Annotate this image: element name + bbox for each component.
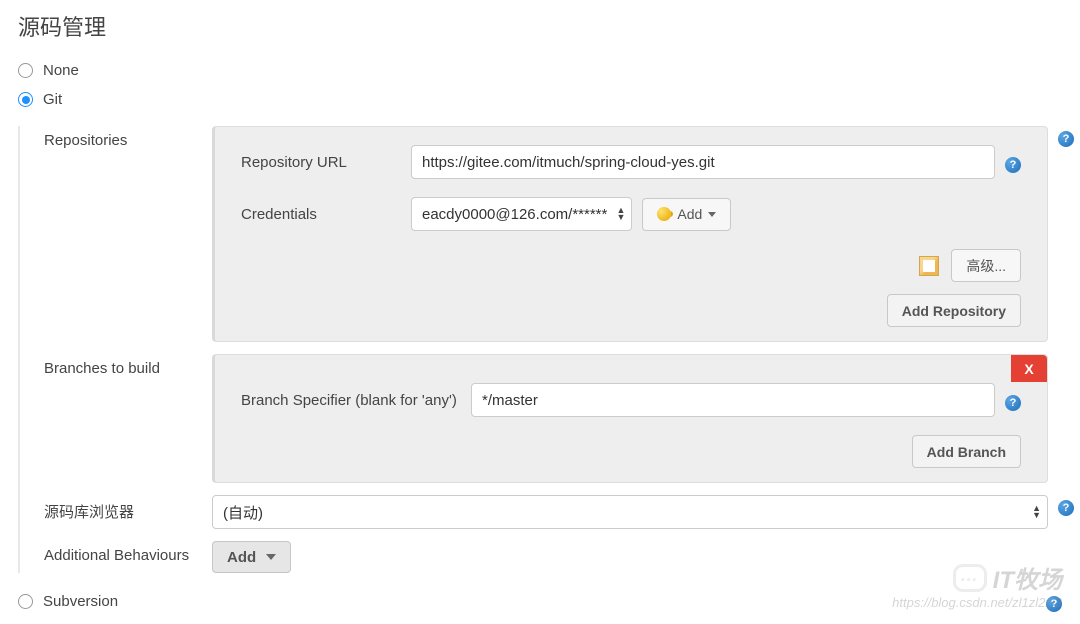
repo-browser-select[interactable]: (自动) ▲▼ [212, 495, 1048, 529]
repo-url-input[interactable] [411, 145, 995, 179]
repo-browser-row: 源码库浏览器 (自动) ▲▼ ? [44, 495, 1074, 529]
repositories-label: Repositories [44, 126, 202, 149]
add-credentials-button[interactable]: Add [642, 198, 731, 231]
scm-option-git[interactable]: Git [0, 85, 1080, 114]
branch-panel: X Branch Specifier (blank for 'any') ? A… [212, 354, 1048, 483]
radio-label-git: Git [43, 91, 62, 108]
edit-icon[interactable] [919, 256, 939, 276]
branches-row: Branches to build X Branch Specifier (bl… [44, 354, 1074, 483]
additional-behaviours-row: Additional Behaviours Add [44, 541, 1074, 573]
radio-icon [18, 594, 33, 609]
remove-branch-button[interactable]: X [1011, 355, 1047, 382]
select-arrows-icon: ▲▼ [1032, 505, 1041, 519]
repository-panel: Repository URL ? Credentials eacdy0000@1… [212, 126, 1048, 342]
select-arrows-icon: ▲▼ [616, 207, 625, 221]
branch-specifier-input[interactable] [471, 383, 995, 417]
repo-browser-label: 源码库浏览器 [44, 495, 202, 522]
section-title: 源码管理 [0, 0, 1080, 56]
additional-behaviours-label: Additional Behaviours [44, 541, 202, 564]
credentials-select[interactable]: eacdy0000@126.com/****** ▲▼ [411, 197, 632, 231]
branches-label: Branches to build [44, 354, 202, 377]
add-branch-button[interactable]: Add Branch [912, 435, 1021, 468]
add-behaviour-button[interactable]: Add [212, 541, 291, 573]
repo-browser-value: (自动) [223, 502, 263, 523]
radio-label-none: None [43, 62, 79, 79]
add-repository-button[interactable]: Add Repository [887, 294, 1021, 327]
advanced-button[interactable]: 高级... [951, 249, 1021, 282]
key-icon [657, 207, 671, 221]
help-icon[interactable]: ? [1005, 395, 1021, 411]
scm-option-subversion[interactable]: Subversion ? [0, 585, 1080, 618]
repositories-row: Repositories Repository URL ? Credential… [44, 126, 1074, 342]
help-icon[interactable]: ? [1046, 596, 1062, 612]
add-behaviour-label: Add [227, 549, 256, 566]
radio-label-subversion: Subversion [43, 593, 118, 610]
repo-url-label: Repository URL [241, 154, 401, 171]
credentials-label: Credentials [241, 206, 401, 223]
credentials-value: eacdy0000@126.com/****** [422, 206, 607, 223]
caret-down-icon [708, 212, 716, 217]
branch-specifier-label: Branch Specifier (blank for 'any') [241, 392, 461, 409]
radio-icon [18, 63, 33, 78]
help-icon[interactable]: ? [1058, 131, 1074, 147]
help-icon[interactable]: ? [1005, 157, 1021, 173]
help-icon[interactable]: ? [1058, 500, 1074, 516]
scm-option-none[interactable]: None [0, 56, 1080, 85]
radio-icon [18, 92, 33, 107]
add-credentials-label: Add [677, 206, 702, 222]
caret-down-icon [266, 554, 276, 560]
